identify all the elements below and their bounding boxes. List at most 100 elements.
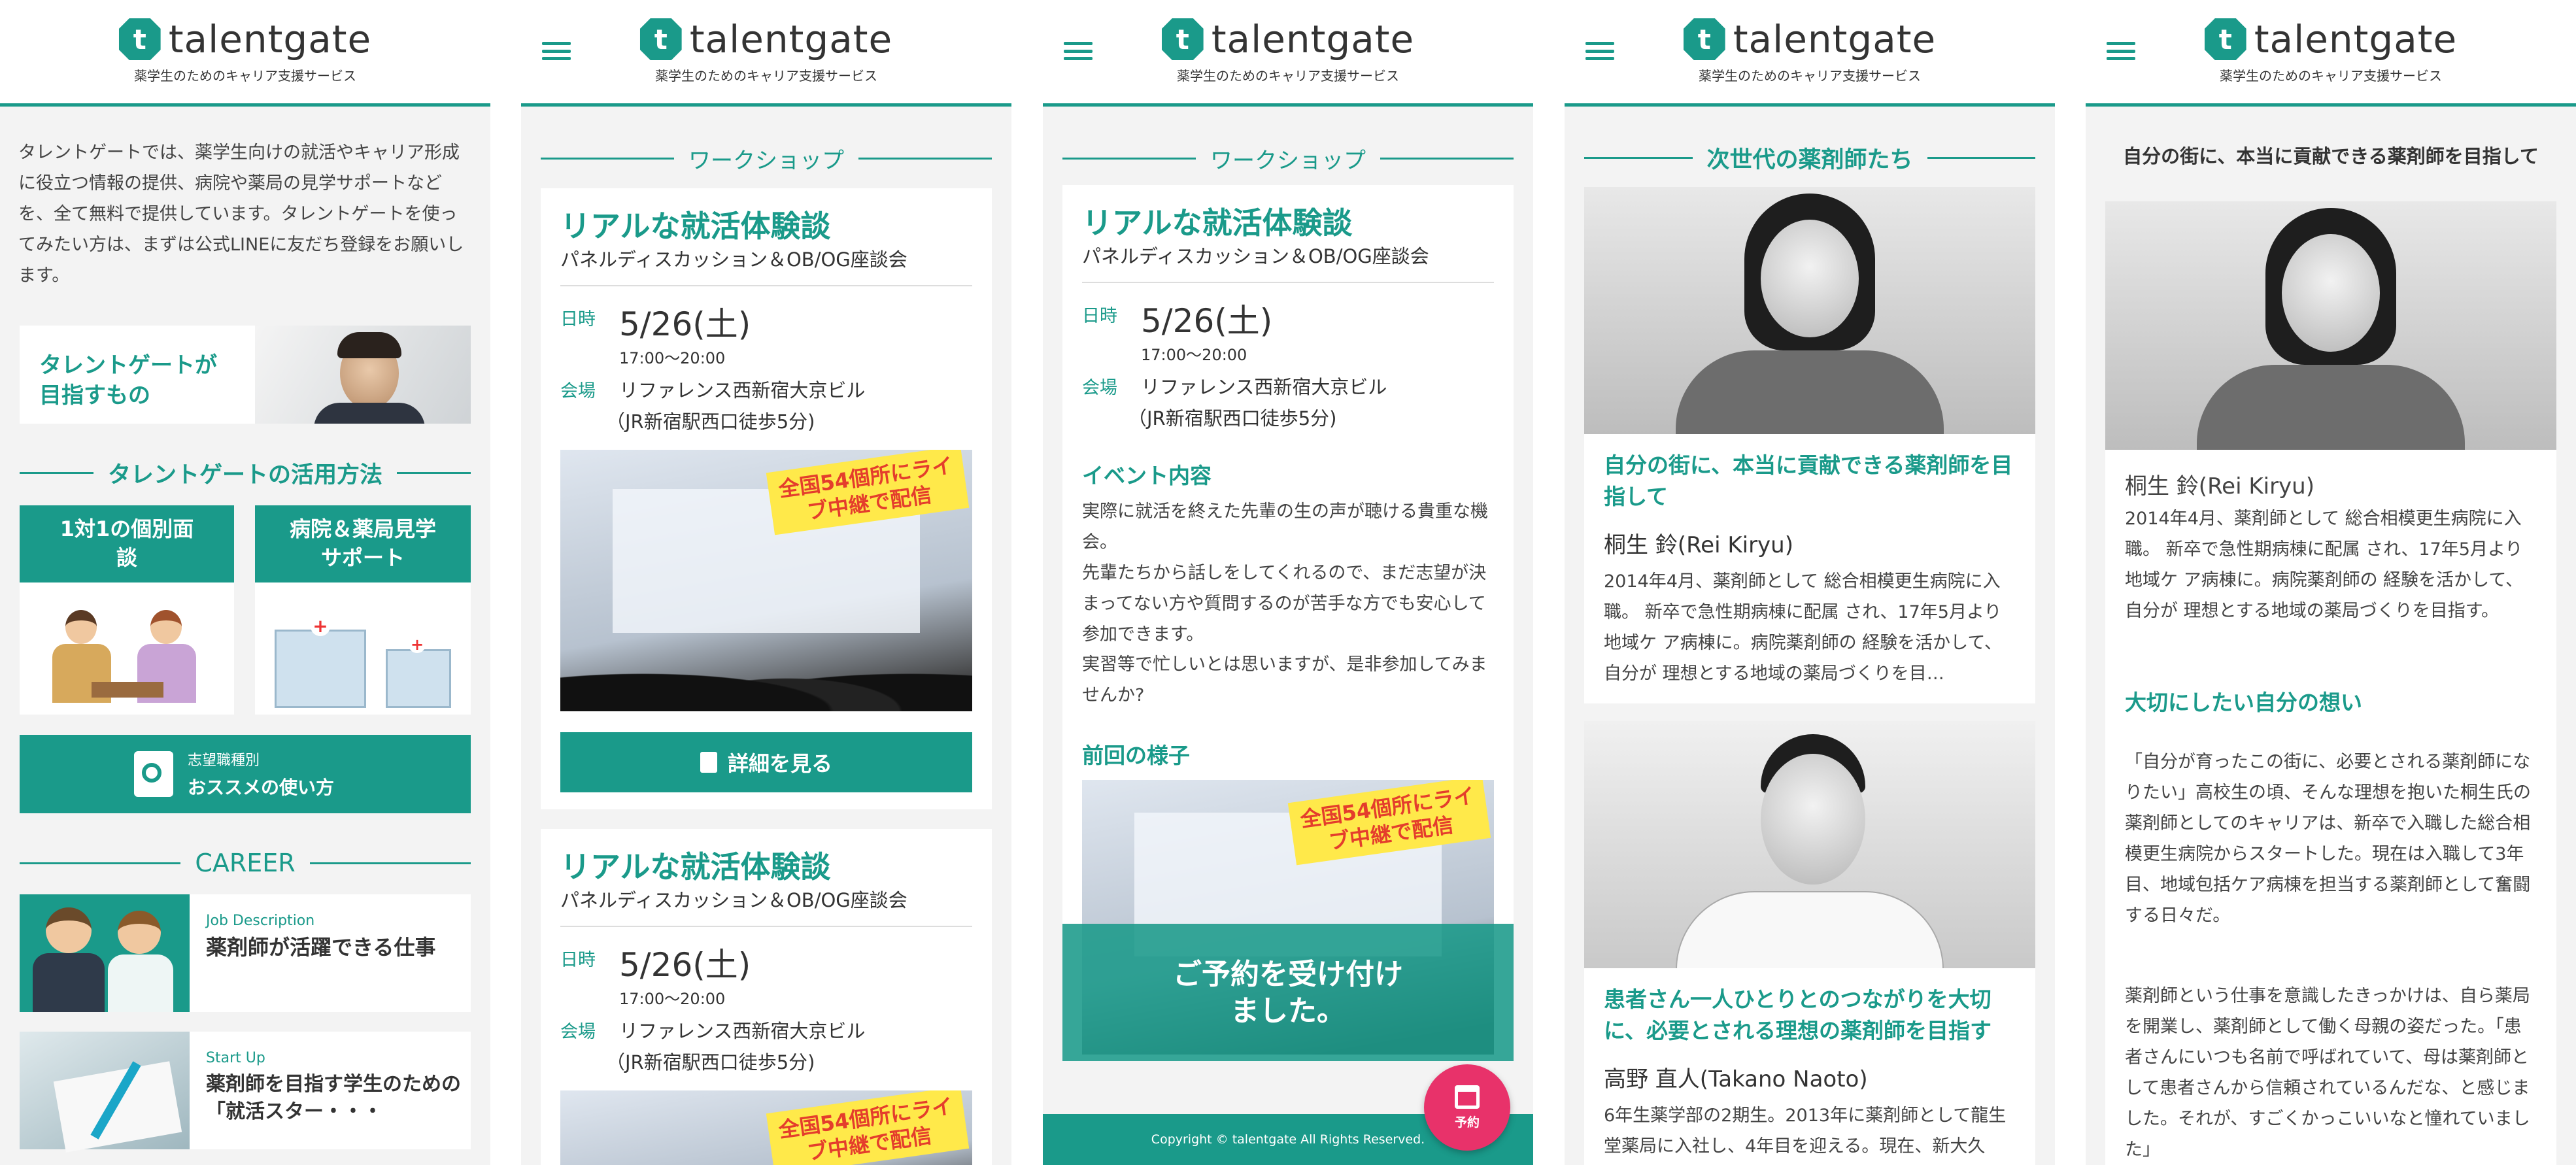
- event-time: 17:00〜20:00: [1141, 346, 1247, 364]
- venue-note: （JR新宿駅西口徒歩5分): [1128, 407, 1337, 430]
- logo-mark-icon: t: [118, 18, 161, 60]
- logo-tagline: 薬学生のためのキャリア支援サービス: [1177, 68, 1399, 84]
- event-time: 17:00〜20:00: [619, 990, 726, 1008]
- reserve-fab[interactable]: 予約: [1424, 1064, 1510, 1151]
- logo[interactable]: t talentgate 薬学生のためのキャリア支援サービス: [118, 17, 372, 84]
- intro-text: タレントゲートでは、薬学生向けの就活やキャリア形成に役立つ情報の提供、病院や薬局…: [18, 143, 464, 286]
- workshop-card: リアルな就活体験談 パネルディスカッション＆OB/OG座談会 日時 5/26(土…: [541, 188, 992, 809]
- site-header: t talentgate 薬学生のためのキャリア支援サービス: [0, 0, 490, 107]
- logo-tagline: 薬学生のためのキャリア支援サービス: [2220, 68, 2442, 84]
- interview-card: 桐生 鈴(Rei Kiryu) 2014年4月、薬剤師として 総合相模更生病院に…: [2105, 201, 2556, 1165]
- recommend-small: 志望職種別: [188, 752, 260, 769]
- logo-text: talentgate: [2254, 17, 2458, 61]
- workshop-subtitle: パネルディスカッション＆OB/OG座談会: [560, 889, 907, 911]
- live-sticker: 全国54個所にライブ中継で配信: [766, 1090, 970, 1165]
- profile-bio: 2014年4月、薬剤師として 総合相模更生病院に入職。 新卒で急性期病棟に配属 …: [2125, 509, 2524, 621]
- site-header: t talentgate 薬学生のためのキャリア支援サービス: [521, 0, 1011, 107]
- article-thumbnail: [20, 1032, 190, 1153]
- person-headline: 自分の街に、本当に貢献できる薬剤師を目指して: [1604, 452, 2013, 509]
- goal-banner-label: タレントゲートが目指すもの: [39, 352, 217, 409]
- article-thumbnail: [20, 894, 190, 1012]
- screen-home: t talentgate 薬学生のためのキャリア支援サービス タレントゲートでは…: [0, 0, 490, 1165]
- interview-page-title: 自分の街に、本当に貢献できる薬剤師を目指して: [2123, 145, 2539, 167]
- detail-button[interactable]: 詳細を見る: [560, 732, 972, 792]
- workshop-title: リアルな就活体験談: [560, 209, 831, 244]
- venue: リファレンス西新宿大京ビル: [1141, 376, 1387, 398]
- logo[interactable]: t talentgate 薬学生のためのキャリア支援サービス: [2204, 17, 2458, 84]
- workshop-title-text: ワークショップ: [1210, 148, 1366, 174]
- person-card[interactable]: 自分の街に、本当に貢献できる薬剤師を目指して 桐生 鈴(Rei Kiryu) 2…: [1584, 187, 2035, 703]
- logo-mark-icon: t: [639, 18, 682, 60]
- event-photo: 全国54個所にライブ中継で配信: [560, 450, 972, 711]
- logo-text: talentgate: [1733, 17, 1937, 61]
- workshop-section-title: ワークショップ: [541, 143, 992, 175]
- reservation-complete-overlay: ご予約を受け付けました。: [1062, 924, 1514, 1061]
- article-category: Job Description: [206, 913, 315, 929]
- usage-title-text: タレントゲートの活用方法: [108, 462, 383, 488]
- people-section-title: 次世代の薬剤師たち: [1584, 141, 2036, 175]
- goal-banner-photo: [255, 326, 471, 424]
- person-card[interactable]: 患者さん一人ひとりとのつながりを大切に、必要とされる理想の薬剤師を目指す 高野 …: [1584, 721, 2035, 1165]
- person-photo: [1584, 721, 2035, 968]
- venue-note: （JR新宿駅西口徒歩5分): [606, 1051, 815, 1073]
- logo-tagline: 薬学生のためのキャリア支援サービス: [1699, 68, 1921, 84]
- interview-illustration: [52, 610, 203, 708]
- usage-card-interview[interactable]: 1対1の個別面談: [20, 505, 234, 715]
- logo-text: talentgate: [168, 17, 372, 61]
- venue-note: （JR新宿駅西口徒歩5分): [606, 411, 815, 433]
- divider: [560, 285, 972, 286]
- logo[interactable]: t talentgate 薬学生のためのキャリア支援サービス: [1161, 17, 1415, 84]
- logo-text: talentgate: [689, 17, 893, 61]
- recommend-big: おススメの使い方: [188, 777, 335, 798]
- event-text-1: 実際に就活を終えた先輩の生の声が聴ける貴重な機会。: [1082, 501, 1488, 552]
- usage-card-visit[interactable]: 病院＆薬局見学サポート + +: [255, 505, 471, 715]
- workshop-section-title: ワークショップ: [1062, 143, 1514, 175]
- goal-banner[interactable]: タレントゲートが目指すもの: [20, 326, 471, 424]
- event-photo: 全国54個所にライブ中継で配信: [560, 1090, 972, 1165]
- event-date: 5/26(土): [619, 946, 751, 984]
- logo-tagline: 薬学生のためのキャリア支援サービス: [134, 68, 356, 84]
- previous-heading: 前回の様子: [1082, 743, 1190, 768]
- person-name: 桐生 鈴(Rei Kiryu): [1604, 532, 1793, 558]
- career-article[interactable]: Start Up 薬剤師を目指す学生のための「就活スター・・・: [20, 1032, 471, 1153]
- person-photo: [1584, 187, 2035, 434]
- career-title-text: CAREER: [195, 849, 296, 877]
- hospital-illustration: + +: [275, 616, 451, 708]
- profile-name: 桐生 鈴(Rei Kiryu): [2125, 473, 2314, 499]
- person-summary: 2014年4月、薬剤師として 総合相模更生病院に入職。 新卒で急性期病棟に配属 …: [1604, 571, 2003, 684]
- event-text-2: 先輩たちから話しをしてくれるので、まだ志望が決まってない方や質問するのが苦手な方…: [1082, 563, 1487, 645]
- career-article[interactable]: Job Description 薬剤師が活躍できる仕事: [20, 894, 471, 1012]
- career-section-title: CAREER: [20, 849, 471, 877]
- venue: リファレンス西新宿大京ビル: [619, 379, 866, 401]
- logo[interactable]: t talentgate 薬学生のためのキャリア支援サービス: [639, 17, 893, 84]
- usage-card-title: 病院＆薬局見学サポート: [255, 505, 471, 582]
- divider: [1082, 282, 1494, 283]
- person-summary: 6年生薬学部の2期生。2013年に薬剤師として龍生堂薬局に入社し、4年目を迎える…: [1604, 1106, 2007, 1157]
- workshop-subtitle: パネルディスカッション＆OB/OG座談会: [560, 248, 907, 271]
- workshop-title: リアルな就活体験談: [560, 849, 831, 885]
- workshop-title-text: ワークショップ: [688, 148, 844, 174]
- logo-mark-icon: t: [1683, 18, 1725, 60]
- venue: リファレンス西新宿大京ビル: [619, 1020, 866, 1042]
- hamburger-menu-icon[interactable]: [2105, 39, 2137, 63]
- screen-workshop-list: t talentgate 薬学生のためのキャリア支援サービス ワークショップ リ…: [521, 0, 1011, 1165]
- logo[interactable]: t talentgate 薬学生のためのキャリア支援サービス: [1683, 17, 1937, 84]
- article-title: 薬剤師が活躍できる仕事: [206, 935, 436, 960]
- workshop-title: リアルな就活体験談: [1082, 205, 1353, 241]
- venue-label: 会場: [560, 1022, 596, 1042]
- recommend-button[interactable]: 志望職種別 おススメの使い方: [20, 735, 471, 813]
- hamburger-menu-icon[interactable]: [1584, 39, 1616, 63]
- hamburger-menu-icon[interactable]: [541, 39, 572, 63]
- article-title: 薬剤師を目指す学生のための「就活スター・・・: [206, 1073, 461, 1123]
- article-category: Start Up: [206, 1050, 265, 1066]
- date-label: 日時: [560, 950, 596, 970]
- date-label: 日時: [560, 309, 596, 329]
- event-time: 17:00〜20:00: [619, 349, 726, 367]
- event-date: 5/26(土): [1141, 302, 1273, 340]
- reserve-label: 予約: [1454, 1115, 1480, 1130]
- event-date: 5/26(土): [619, 305, 751, 343]
- logo-text: talentgate: [1211, 17, 1415, 61]
- search-doc-icon: [134, 751, 173, 797]
- hamburger-menu-icon[interactable]: [1062, 39, 1094, 63]
- event-text-3: 実習等で忙しいとは思いますが、是非参加してみませんか?: [1082, 654, 1487, 705]
